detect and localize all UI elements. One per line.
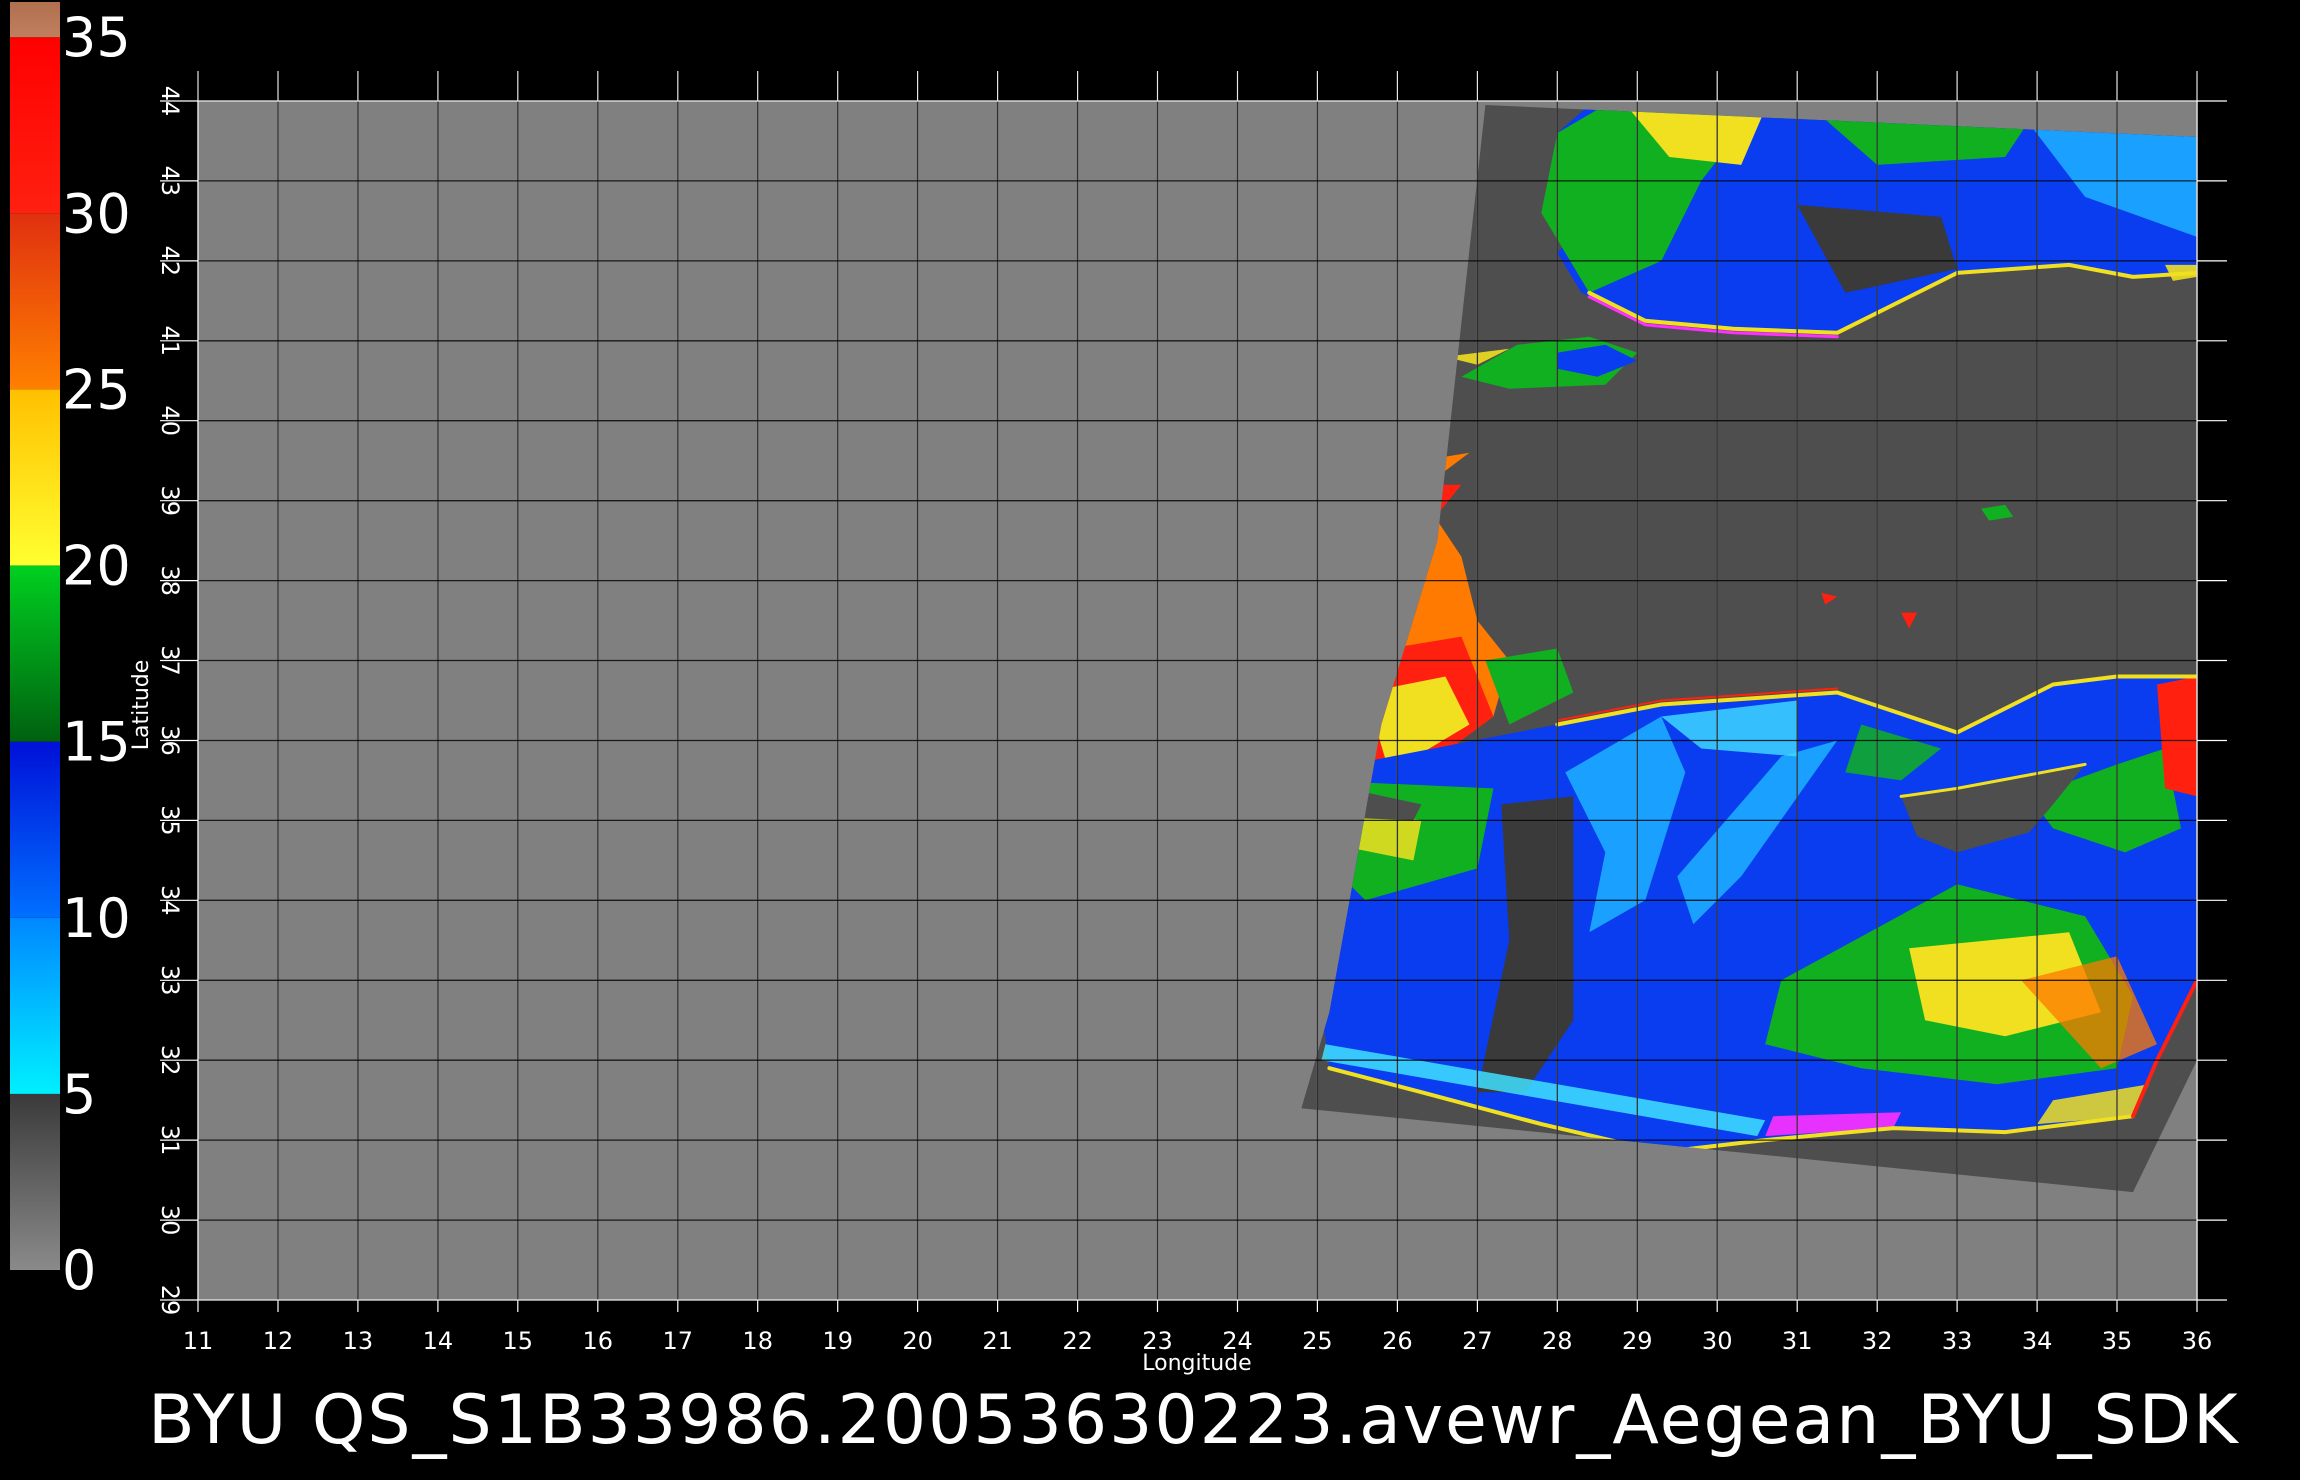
latitude-tick-label: 30 <box>156 1205 184 1236</box>
longitude-tick-label: 33 <box>1942 1327 1973 1355</box>
colorbar-ticks: 0 5 10 15 20 25 30 35 <box>62 6 131 1302</box>
latitude-tick-label: 31 <box>156 1125 184 1156</box>
colorbar <box>10 2 60 1270</box>
longitude-tick-label: 32 <box>1862 1327 1893 1355</box>
latitude-tick-label: 32 <box>156 1045 184 1076</box>
longitude-tick-label: 11 <box>183 1327 214 1355</box>
longitude-tick-label: 35 <box>2102 1327 2133 1355</box>
colorbar-tick-label: 10 <box>62 887 131 950</box>
colorbar-tick-label: 5 <box>62 1063 96 1126</box>
product-caption: BYU QS_S1B33986.20053630223.avewr_Aegean… <box>148 1381 2240 1460</box>
colorbar-segment <box>10 565 60 742</box>
longitude-tick-label: 30 <box>1702 1327 1733 1355</box>
longitude-tick-label: 20 <box>902 1327 933 1355</box>
longitude-tick-label: 36 <box>2182 1327 2213 1355</box>
colorbar-segment <box>10 741 60 918</box>
colorbar-segment <box>10 917 60 1094</box>
longitude-tick-label: 21 <box>982 1327 1013 1355</box>
colorbar-segment <box>10 37 60 214</box>
longitude-tick-label: 17 <box>663 1327 694 1355</box>
latitude-tick-label: 40 <box>156 405 184 436</box>
longitude-tick-label: 29 <box>1622 1327 1653 1355</box>
longitude-tick-label: 13 <box>343 1327 374 1355</box>
longitude-tick-label: 15 <box>503 1327 534 1355</box>
latitude-tick-label: 37 <box>156 645 184 676</box>
latitude-tick-labels: 29 30 31 32 33 34 35 36 37 38 39 40 41 42 43 44 <box>156 86 184 1316</box>
longitude-tick-label: 18 <box>742 1327 773 1355</box>
colorbar-segment <box>10 213 60 390</box>
longitude-tick-label: 28 <box>1542 1327 1573 1355</box>
longitude-tick-label: 16 <box>583 1327 614 1355</box>
longitude-tick-label: 25 <box>1302 1327 1333 1355</box>
colorbar-tick-label: 20 <box>62 535 131 598</box>
latitude-tick-label: 41 <box>156 326 184 357</box>
longitude-tick-label: 22 <box>1062 1327 1093 1355</box>
latitude-tick-label: 44 <box>156 86 184 117</box>
colorbar-tick-label: 30 <box>62 182 131 245</box>
colorbar-tick-label: 15 <box>62 711 131 774</box>
latitude-tick-label: 38 <box>156 565 184 596</box>
longitude-tick-label: 12 <box>263 1327 294 1355</box>
latitude-tick-label: 29 <box>156 1285 184 1316</box>
colorbar-segment <box>10 389 60 566</box>
colorbar-segment <box>10 2 60 38</box>
latitude-tick-label: 39 <box>156 485 184 516</box>
longitude-tick-label: 14 <box>423 1327 454 1355</box>
y-axis-label: Latitude <box>129 660 154 751</box>
latitude-tick-label: 35 <box>156 805 184 836</box>
latitude-tick-label: 34 <box>156 885 184 916</box>
latitude-tick-label: 36 <box>156 725 184 756</box>
latitude-tick-label: 42 <box>156 246 184 277</box>
colorbar-tick-label: 0 <box>62 1239 96 1302</box>
longitude-tick-label: 31 <box>1782 1327 1813 1355</box>
wind-speed-map: 0 5 10 15 20 25 30 35 11 12 13 14 15 16 17 18 19 20 21 22 2… <box>10 2 2227 1376</box>
colorbar-segment <box>10 1093 60 1270</box>
longitude-tick-label: 34 <box>2022 1327 2053 1355</box>
latitude-tick-label: 33 <box>156 965 184 996</box>
colorbar-tick-label: 35 <box>62 6 131 69</box>
colorbar-tick-label: 25 <box>62 358 131 421</box>
latitude-tick-label: 43 <box>156 166 184 197</box>
longitude-tick-label: 27 <box>1462 1327 1493 1355</box>
longitude-tick-label: 26 <box>1382 1327 1413 1355</box>
longitude-tick-label: 19 <box>822 1327 853 1355</box>
